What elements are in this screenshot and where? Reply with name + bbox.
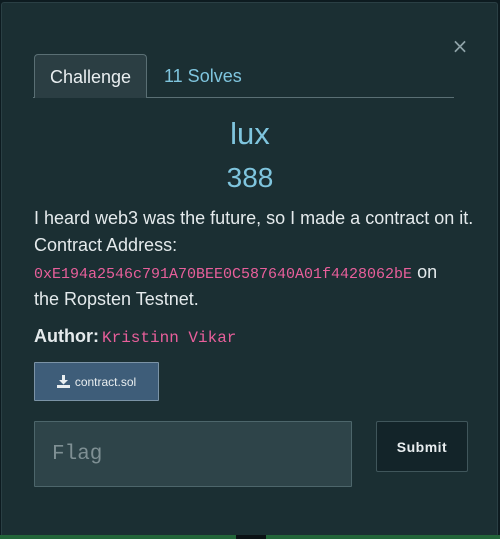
bottom-strip-gap bbox=[236, 535, 266, 539]
tab-solves[interactable]: 11 Solves bbox=[164, 54, 242, 98]
description-line-1: I heard web3 was the future, so I made a… bbox=[34, 208, 474, 228]
page: × Challenge 11 Solves lux 388 I heard we… bbox=[0, 0, 500, 539]
author-name: Kristinn Vikar bbox=[101, 329, 237, 347]
tab-challenge[interactable]: Challenge bbox=[34, 54, 147, 98]
challenge-title: lux bbox=[230, 116, 270, 151]
description-line-4: the Ropsten Testnet. bbox=[34, 289, 199, 309]
description-line-2: Contract Address: bbox=[34, 235, 178, 255]
challenge-points: 388 bbox=[226, 162, 274, 193]
description-address-line: 0xE194a2546c791A70BEE0C587640A01f4428062… bbox=[34, 259, 474, 286]
author-row: Author: Kristinn Vikar bbox=[34, 324, 236, 352]
challenge-description: I heard web3 was the future, so I made a… bbox=[34, 205, 474, 313]
download-icon bbox=[56, 375, 70, 388]
author-label: Author: bbox=[34, 326, 99, 346]
description-suffix: on bbox=[412, 262, 438, 282]
contract-address: 0xE194a2546c791A70BEE0C587640A01f4428062… bbox=[34, 266, 413, 283]
flag-input[interactable] bbox=[34, 421, 352, 487]
submit-button[interactable]: Submit bbox=[376, 421, 468, 472]
challenge-tabs: Challenge 11 Solves bbox=[33, 54, 454, 98]
download-label: contract.sol bbox=[74, 374, 137, 389]
download-contract-button[interactable]: contract.sol bbox=[34, 362, 159, 401]
